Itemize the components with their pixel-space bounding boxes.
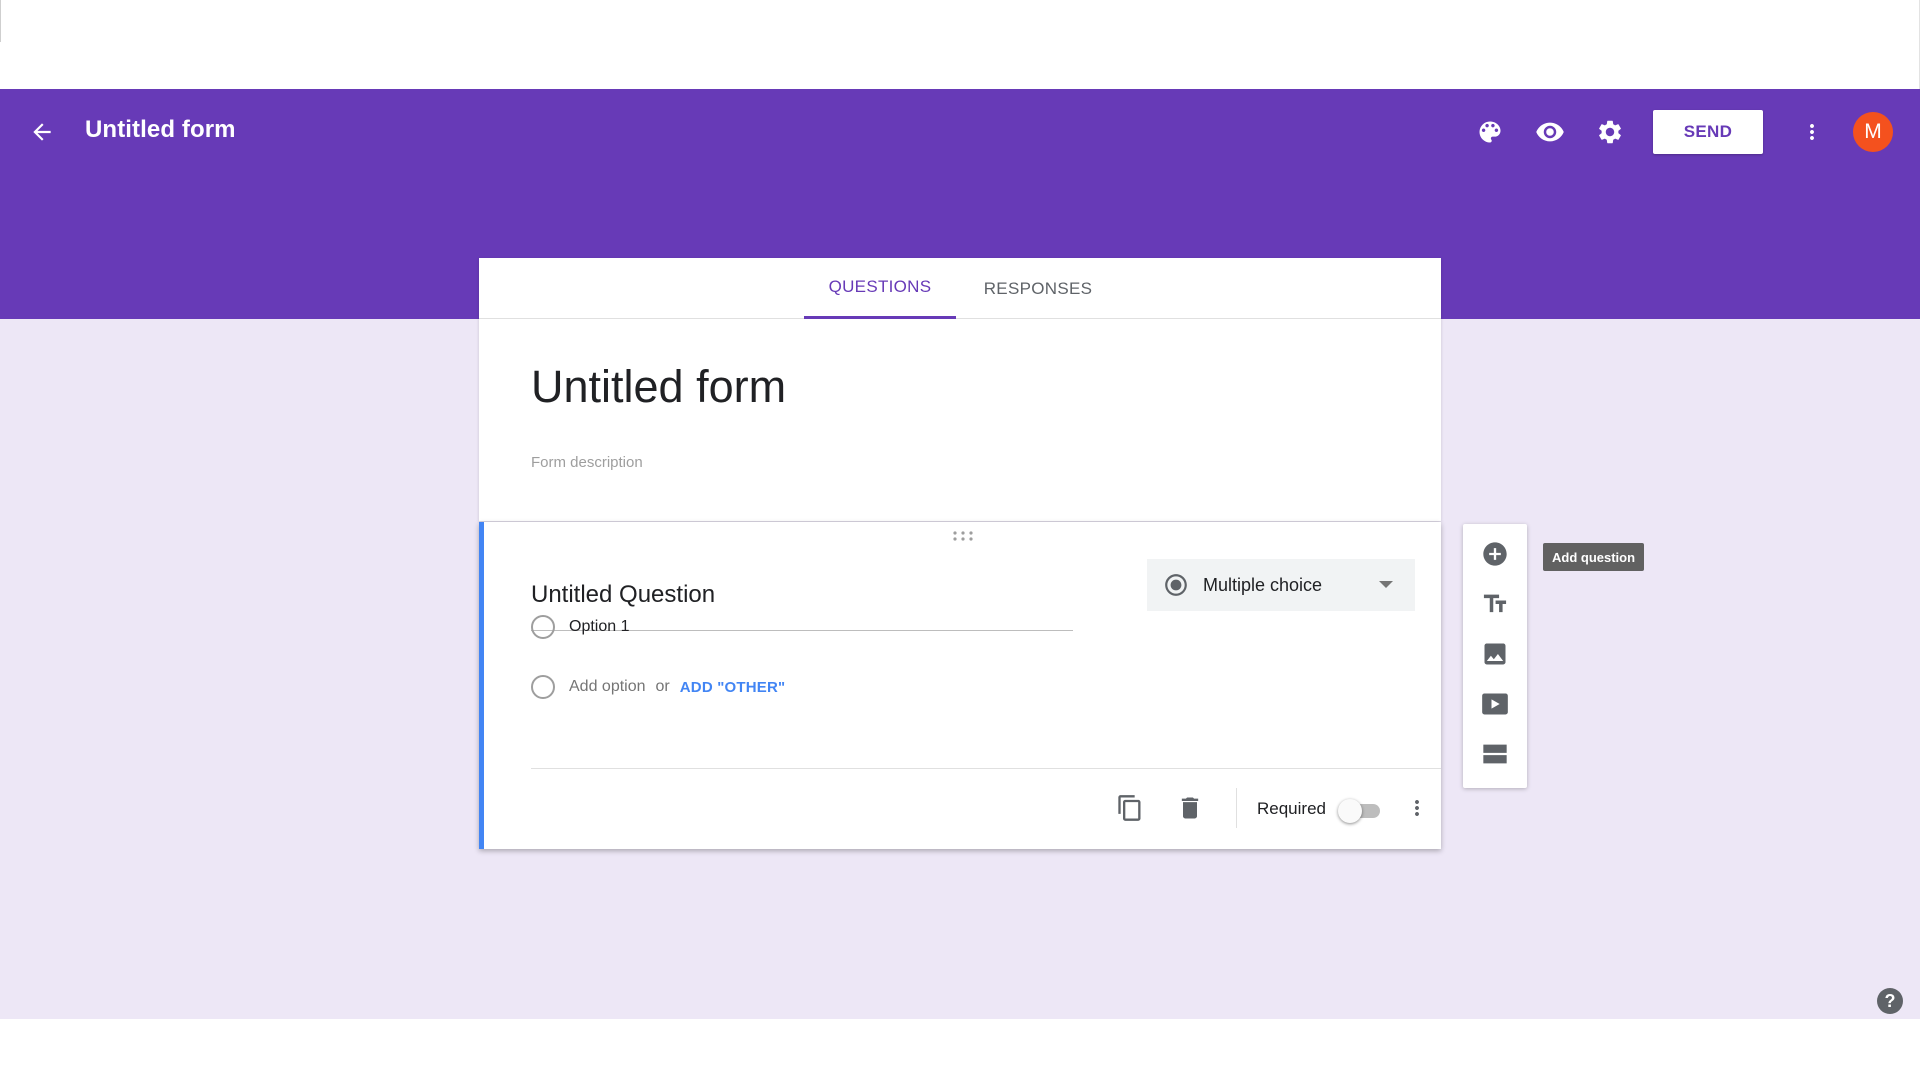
page: Untitled form SEND M QUESTIONS RESPONSES…	[0, 0, 1920, 1080]
help-button[interactable]: ?	[1877, 988, 1903, 1014]
trash-icon	[1181, 797, 1199, 819]
add-question-tooltip: Add question	[1543, 543, 1645, 571]
drag-indicator-icon	[953, 531, 973, 541]
option-label[interactable]: Option 1	[569, 618, 629, 636]
bottom-strip	[0, 1019, 1920, 1080]
drag-handle[interactable]	[948, 528, 978, 544]
tab-bar: QUESTIONS RESPONSES	[479, 258, 1441, 319]
image-icon	[1484, 643, 1506, 665]
tab-responses[interactable]: RESPONSES	[964, 258, 1112, 319]
add-option-row: Add option or ADD "OTHER"	[531, 672, 785, 702]
preview-button[interactable]	[1530, 112, 1570, 152]
eye-icon	[1536, 122, 1564, 142]
section-icon	[1483, 744, 1507, 764]
add-title-button[interactable]	[1475, 584, 1515, 624]
add-question-button[interactable]	[1475, 534, 1515, 574]
form-description-field[interactable]: Form description	[531, 454, 643, 471]
arrow-back-icon	[33, 123, 51, 141]
more-vert-icon	[1415, 800, 1419, 816]
title-icon	[1483, 594, 1507, 613]
gear-icon	[1599, 120, 1621, 144]
send-button[interactable]: SEND	[1653, 110, 1763, 154]
app-title[interactable]: Untitled form	[85, 116, 236, 144]
question-footer-divider	[531, 768, 1441, 769]
form-header-card: QUESTIONS RESPONSES Untitled form Form d…	[479, 258, 1441, 521]
tab-questions[interactable]: QUESTIONS	[804, 258, 956, 319]
add-section-button[interactable]	[1475, 734, 1515, 774]
add-other-button[interactable]: ADD "OTHER"	[680, 679, 786, 696]
required-toggle[interactable]	[1338, 798, 1382, 823]
more-vert-icon	[1810, 124, 1814, 140]
question-more-options-button[interactable]	[1402, 790, 1432, 826]
video-icon	[1482, 693, 1508, 715]
add-option-button[interactable]: Add option	[569, 678, 646, 696]
radio-button-checked-icon	[1165, 574, 1187, 596]
add-image-button[interactable]	[1475, 634, 1515, 674]
form-title[interactable]: Untitled form	[531, 361, 786, 413]
back-button[interactable]	[22, 112, 62, 152]
duplicate-button[interactable]	[1112, 790, 1148, 826]
option-row[interactable]: Option 1	[531, 612, 629, 642]
side-toolbar	[1463, 524, 1527, 788]
required-label: Required	[1257, 799, 1326, 818]
left-edge-line	[0, 0, 1, 42]
more-options-button[interactable]	[1796, 112, 1828, 152]
browser-top-strip	[0, 0, 1920, 89]
copy-icon	[1118, 795, 1141, 821]
radio-circle-icon	[531, 675, 555, 699]
toggle-thumb	[1338, 799, 1362, 823]
footer-separator	[1236, 788, 1237, 828]
account-avatar[interactable]: M	[1853, 112, 1893, 152]
question-type-label: Multiple choice	[1203, 574, 1323, 595]
customize-theme-button[interactable]	[1470, 112, 1510, 152]
or-text: or	[655, 678, 670, 695]
question-type-dropdown[interactable]: Multiple choice	[1147, 559, 1415, 611]
palette-icon	[1479, 121, 1501, 143]
radio-circle-icon	[531, 615, 555, 639]
settings-button[interactable]	[1590, 112, 1630, 152]
delete-button[interactable]	[1172, 790, 1208, 826]
dropdown-arrow-icon	[1379, 581, 1393, 588]
add-circle-icon	[1483, 542, 1507, 566]
add-video-button[interactable]	[1475, 684, 1515, 724]
